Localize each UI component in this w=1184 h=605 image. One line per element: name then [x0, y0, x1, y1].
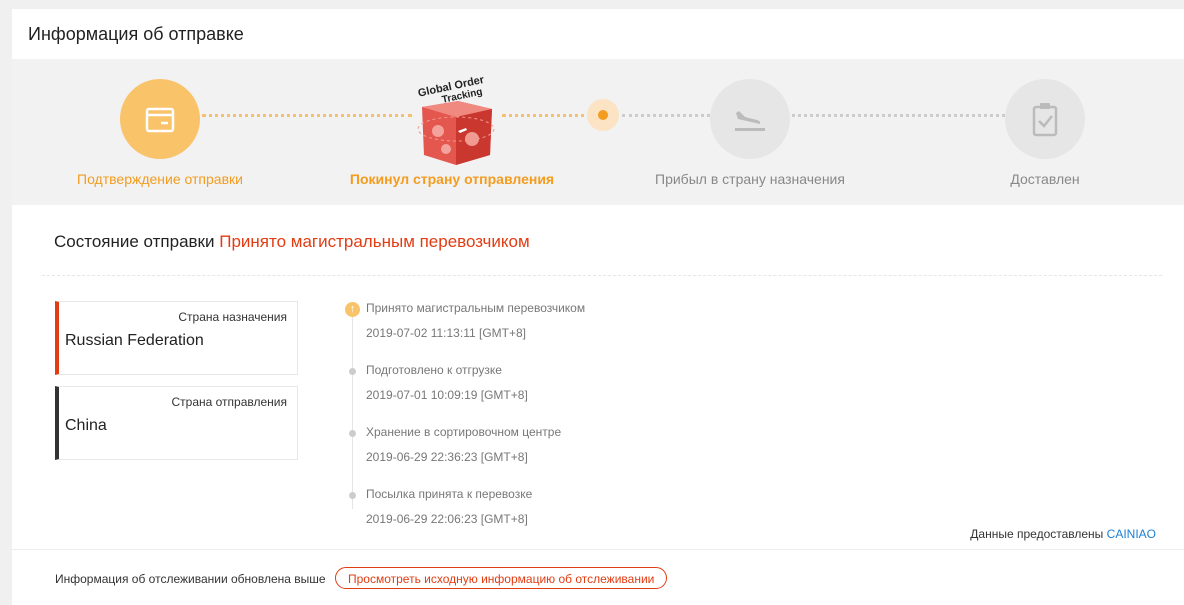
shipment-status: Состояние отправки Принято магистральным…	[54, 232, 530, 252]
event-datetime: 2019-07-01 10:09:19 [GMT+8]	[366, 388, 528, 402]
step-delivered-circle	[1005, 79, 1085, 159]
event-dot	[349, 368, 356, 375]
step-confirmed-circle	[120, 79, 200, 159]
provider-label: Данные предоставлены	[970, 527, 1104, 541]
footer-divider	[12, 549, 1184, 550]
event-title: Принято магистральным перевозчиком	[366, 301, 586, 315]
latest-event-icon: ↑	[345, 302, 360, 317]
global-order-tracking-box-icon: Global Order Tracking	[410, 69, 500, 169]
step-label-delivered: Доставлен	[1010, 171, 1080, 187]
clipboard-check-icon	[1032, 103, 1058, 137]
event-dot	[349, 492, 356, 499]
plane-landing-icon	[735, 111, 765, 131]
destination-label: Страна назначения	[178, 310, 287, 324]
step-label-confirmed: Подтверждение отправки	[77, 171, 243, 187]
data-provider: Данные предоставлены CAINIAO	[970, 527, 1156, 541]
progress-connector-pending	[622, 114, 710, 117]
progress-steps: Global Order Tracking Подтверждение отпр…	[12, 59, 1184, 205]
event-dot	[349, 430, 356, 437]
page-title: Информация об отправке	[28, 24, 244, 44]
event-datetime: 2019-06-29 22:06:23 [GMT+8]	[366, 512, 528, 526]
footer-note: Информация об отслеживании обновлена выш…	[55, 572, 326, 586]
step-label-departed: Покинул страну отправления	[349, 171, 555, 187]
progress-connector-done	[202, 114, 412, 117]
event-title: Хранение в сортировочном центре	[366, 425, 562, 439]
progress-connector-pending	[792, 114, 1005, 117]
view-original-tracking-button[interactable]: Просмотреть исходную информацию об отсле…	[335, 567, 668, 589]
divider	[42, 275, 1162, 276]
step-label-arrived: Прибыл в страну назначения	[655, 171, 845, 187]
provider-link[interactable]: CAINIAO	[1107, 527, 1156, 541]
status-value: Принято магистральным перевозчиком	[219, 232, 530, 251]
origin-country-card: Страна отправления China	[55, 386, 298, 460]
destination-country: Russian Federation	[65, 332, 204, 349]
timeline-event: Хранение в сортировочном центре 2019-06-…	[342, 423, 742, 473]
destination-country-card: Страна назначения Russian Federation	[55, 301, 298, 375]
timeline-event: ↑ Принято магистральным перевозчиком 201…	[342, 299, 742, 349]
current-step-indicator	[587, 99, 619, 131]
progress-connector-current	[502, 114, 592, 117]
current-step-dot	[598, 110, 608, 120]
timeline-event: Посылка принята к перевозке 2019-06-29 2…	[342, 485, 742, 535]
status-label: Состояние отправки	[54, 232, 215, 251]
origin-label: Страна отправления	[171, 395, 288, 409]
package-icon	[145, 107, 175, 133]
step-arrived-circle	[710, 79, 790, 159]
event-title: Посылка принята к перевозке	[366, 487, 533, 501]
event-datetime: 2019-06-29 22:36:23 [GMT+8]	[366, 450, 528, 464]
tracking-timeline: ↑ Принято магистральным перевозчиком 201…	[342, 299, 742, 539]
origin-country: China	[65, 417, 107, 434]
event-title: Подготовлено к отгрузке	[366, 363, 502, 377]
event-datetime: 2019-07-02 11:13:11 [GMT+8]	[366, 326, 526, 340]
timeline-event: Подготовлено к отгрузке 2019-07-01 10:09…	[342, 361, 742, 411]
shipping-info-card: Информация об отправке Global Order Trac…	[12, 9, 1184, 605]
